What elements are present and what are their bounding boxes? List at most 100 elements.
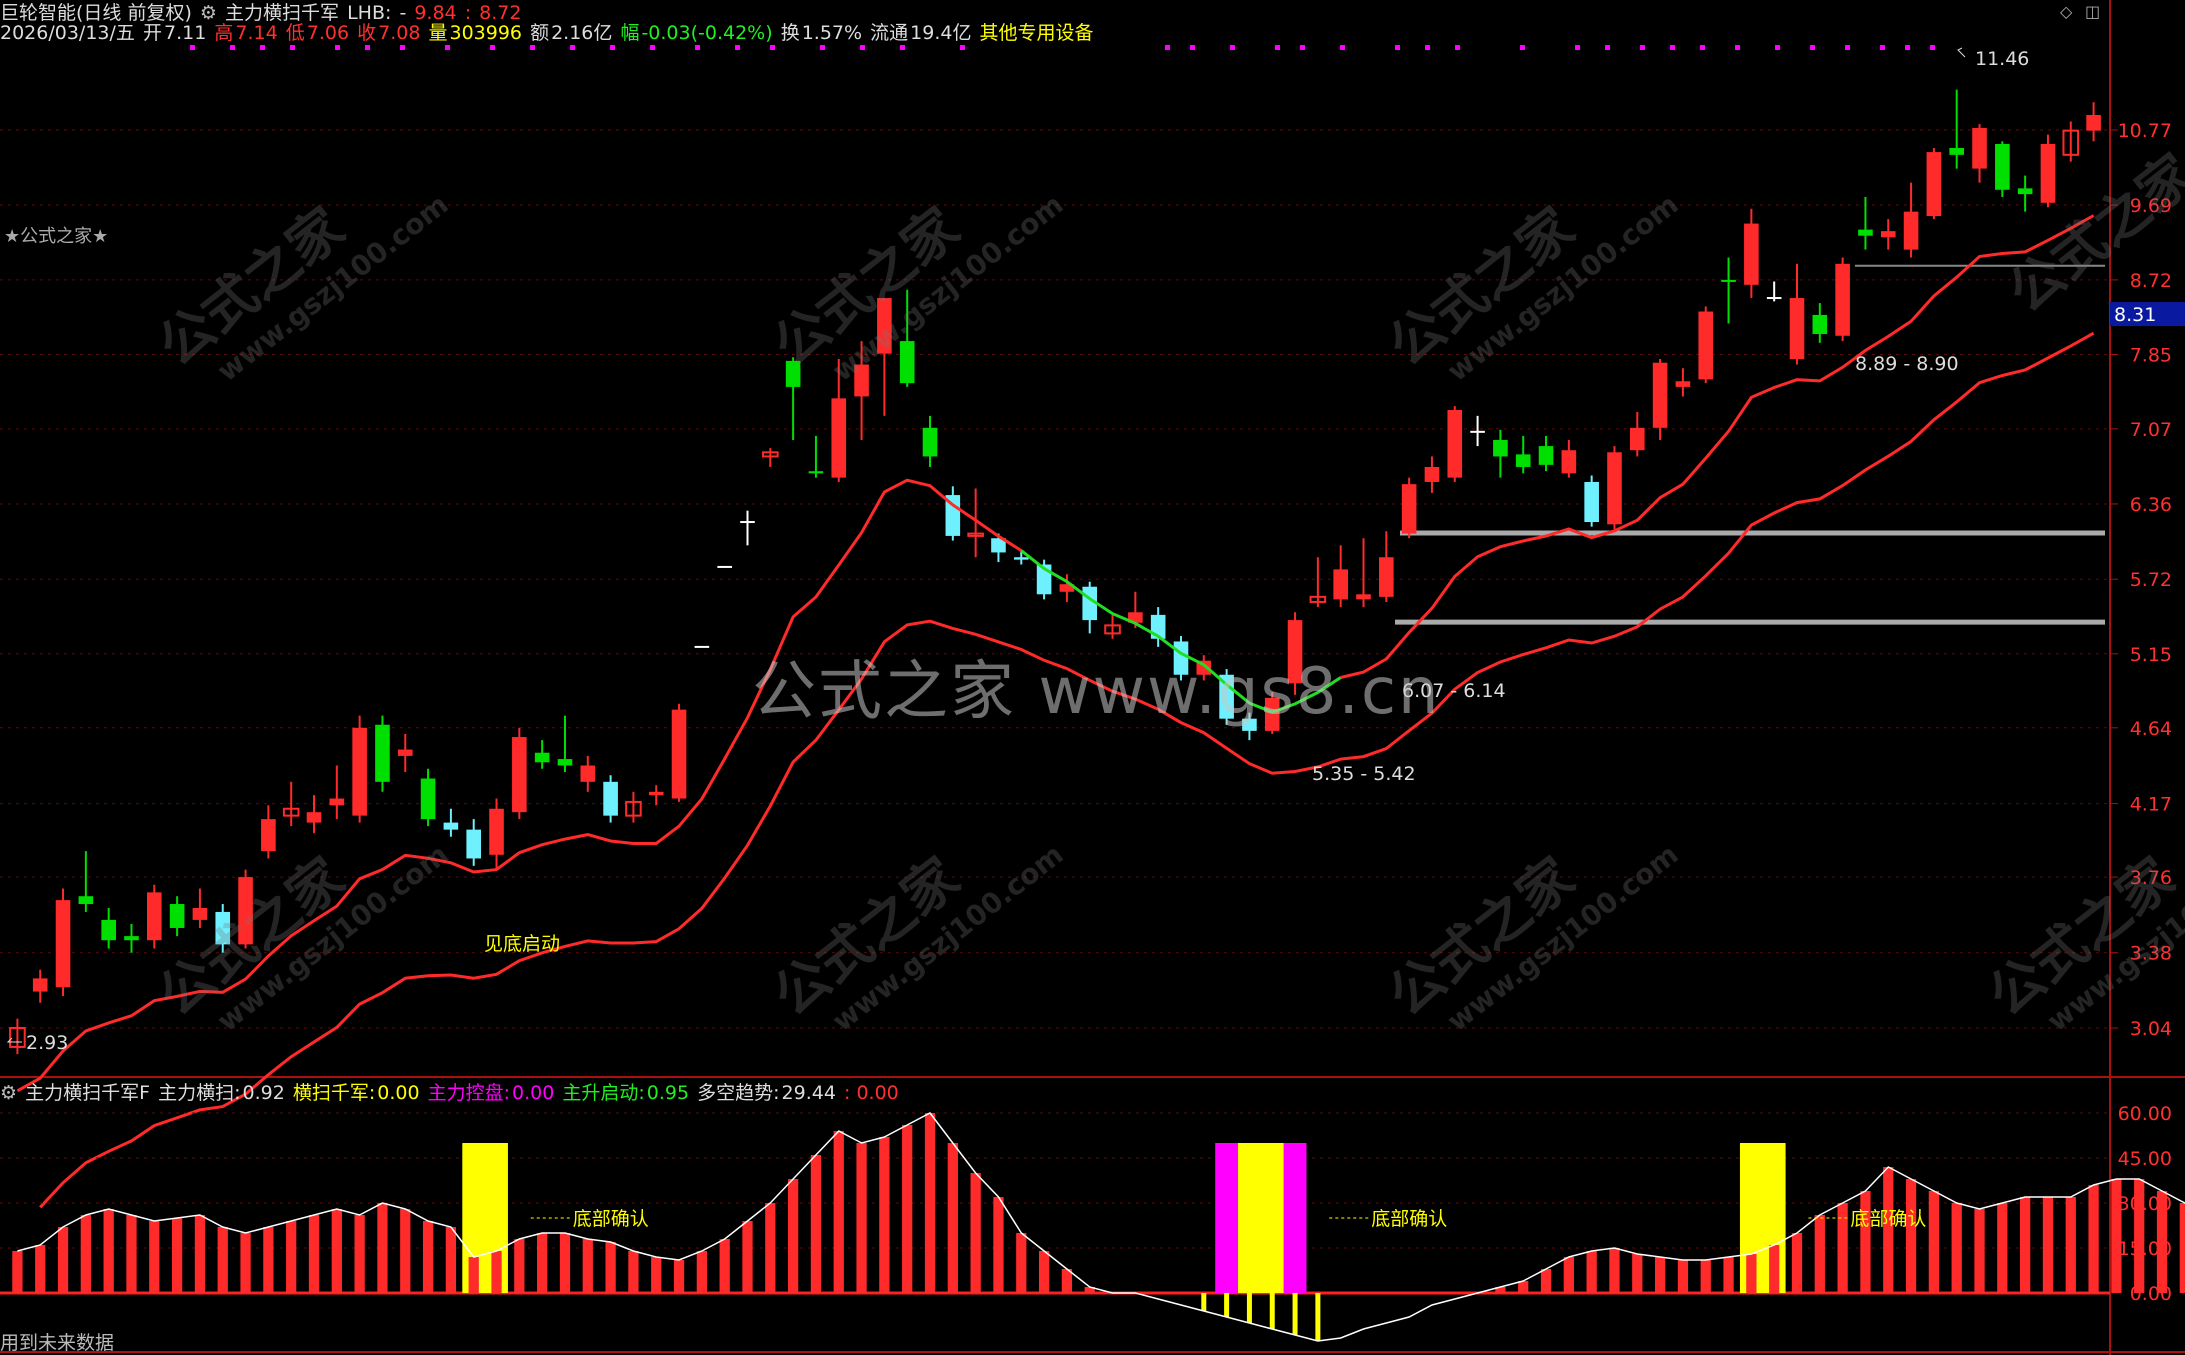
candle <box>55 888 71 997</box>
price-tick-label: 4.17 <box>2130 794 2172 816</box>
candle <box>1835 257 1850 342</box>
signal-dot <box>610 45 615 50</box>
signal-dot <box>735 45 740 50</box>
candle <box>1903 182 1919 258</box>
candle-body <box>1926 152 1942 217</box>
candle-body <box>1379 557 1394 597</box>
candle-body <box>2017 188 2033 195</box>
candle <box>1858 197 1873 250</box>
price-tick-label: 4.64 <box>2130 718 2172 740</box>
price-tick-label: 7.85 <box>2130 345 2172 367</box>
signal-dot <box>190 45 195 50</box>
signal-block <box>1238 1143 1284 1293</box>
candle-body <box>1880 231 1896 238</box>
candle-body <box>580 765 596 782</box>
candle <box>808 435 824 478</box>
candle-body <box>1493 439 1508 457</box>
high-mark-arrow <box>1957 47 1966 58</box>
candle <box>580 755 596 792</box>
candle-body <box>1652 362 1668 428</box>
current-price-label: 8.31 <box>2114 304 2156 326</box>
candle <box>2040 134 2056 208</box>
candle-body <box>1356 594 1371 600</box>
signal-dots <box>190 45 1935 50</box>
bottom-confirm-label: 底部确认 <box>573 1208 649 1230</box>
candle <box>124 923 139 953</box>
zone1-label: 8.89 - 8.90 <box>1855 353 1959 375</box>
candle-body <box>1401 484 1417 534</box>
lower-indicator-header: ⚙ 主力横扫千军F 主力横扫: 0.92 横扫千军: 0.00 主力控盘: 0.00 … <box>0 1082 899 1104</box>
candle <box>1584 475 1599 527</box>
candle <box>512 727 527 820</box>
candle-body <box>32 978 48 992</box>
candle <box>1356 538 1371 608</box>
candle-body <box>808 471 824 474</box>
signal-dot <box>1340 45 1345 50</box>
candle-body <box>466 829 482 859</box>
candle <box>397 733 413 772</box>
signal-dot <box>1735 45 1740 50</box>
signal-dot <box>1575 45 1580 50</box>
price-tick-label: 6.36 <box>2130 494 2172 516</box>
footer-note: 用到未来数据 <box>0 1332 115 1354</box>
signal-dot <box>1880 45 1885 50</box>
center-watermark: 公式之家 www.gs8.cn <box>752 655 1441 729</box>
signal-dot <box>570 45 575 50</box>
candle-body <box>375 724 390 782</box>
candle-body <box>397 749 413 756</box>
gear-icon[interactable]: ⚙ <box>0 1082 17 1104</box>
candle <box>1104 614 1121 639</box>
candle <box>1675 368 1691 397</box>
candle-body <box>443 822 459 830</box>
candle-body <box>420 778 436 820</box>
signal-dot <box>290 45 295 50</box>
candle <box>2062 121 2080 162</box>
candle-body <box>1721 279 1736 282</box>
candle-body <box>648 791 664 796</box>
price-tick-label: 5.15 <box>2130 644 2172 666</box>
candle <box>1972 124 1987 183</box>
candle <box>443 808 459 837</box>
candle-body <box>1744 223 1759 285</box>
signal-dot <box>1520 45 1525 50</box>
candle <box>1812 303 1828 343</box>
signal-dot <box>1640 45 1645 50</box>
candle <box>2017 175 2033 212</box>
candle <box>534 740 550 769</box>
candle-body <box>55 900 71 988</box>
candle <box>32 969 48 1003</box>
bottom-confirm-label: 底部确认 <box>1850 1208 1926 1230</box>
signal-dot <box>1775 45 1780 50</box>
price-tick-label: 5.72 <box>2130 569 2172 591</box>
candle <box>466 819 482 866</box>
candle-body <box>671 709 687 799</box>
signal-block <box>1283 1143 1307 1293</box>
candle <box>2086 102 2101 142</box>
signal-dot <box>1905 45 1910 50</box>
lower-tick-label: 45.00 <box>2118 1148 2172 1170</box>
candle-body <box>1835 263 1850 336</box>
signal-dot <box>1810 45 1815 50</box>
candle-body <box>1858 229 1873 236</box>
signal-dot <box>400 45 405 50</box>
candle <box>1721 257 1736 324</box>
lower-title[interactable]: 主力横扫千军F <box>25 1082 150 1104</box>
signal-dot <box>770 45 775 50</box>
signal-dot <box>1275 45 1280 50</box>
candle <box>1493 429 1508 478</box>
candle <box>1561 439 1577 478</box>
low-mark-label: 2.93 <box>26 1032 68 1054</box>
candle <box>146 884 162 949</box>
candle <box>1880 219 1896 250</box>
candle <box>1470 415 1485 447</box>
candle-body <box>1675 381 1691 387</box>
lower-v2: 0.00 <box>377 1082 420 1104</box>
candle-body <box>1013 557 1029 560</box>
price-tick-label: 3.04 <box>2130 1018 2172 1040</box>
candle <box>1447 406 1463 482</box>
candle <box>1926 148 1942 220</box>
candle-body <box>1629 427 1645 451</box>
signal-label: 见底启动 <box>484 933 560 955</box>
candle-body <box>512 737 527 813</box>
candle-body <box>2040 143 2056 203</box>
